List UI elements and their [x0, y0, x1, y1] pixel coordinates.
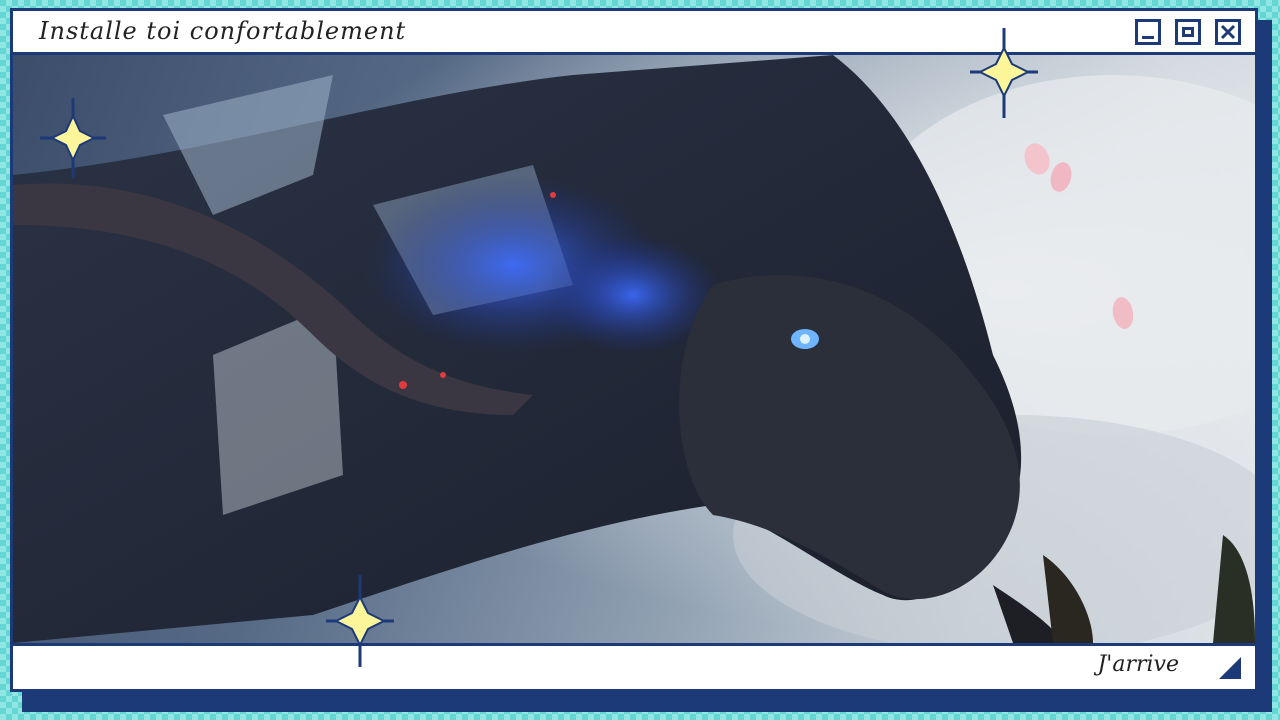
close-button[interactable] — [1215, 19, 1241, 45]
sparkle-icon — [970, 28, 1038, 118]
close-icon — [1220, 24, 1236, 40]
dragon-artwork — [13, 55, 1255, 643]
resize-grip-icon[interactable] — [1219, 657, 1241, 679]
status-bar: J'arrive — [13, 643, 1255, 689]
status-text: J'arrive — [1097, 652, 1179, 677]
sparkle-icon — [40, 98, 106, 178]
sparkle-icon — [326, 575, 394, 667]
dragon-image — [13, 55, 1255, 643]
maximize-button[interactable] — [1175, 19, 1201, 45]
title-bar[interactable]: Installe toi confortablement — [13, 11, 1255, 55]
minimize-button[interactable] — [1135, 19, 1161, 45]
window-title: Installe toi confortablement — [39, 17, 407, 45]
app-window: Installe toi confortablement J'arrive — [10, 8, 1258, 692]
